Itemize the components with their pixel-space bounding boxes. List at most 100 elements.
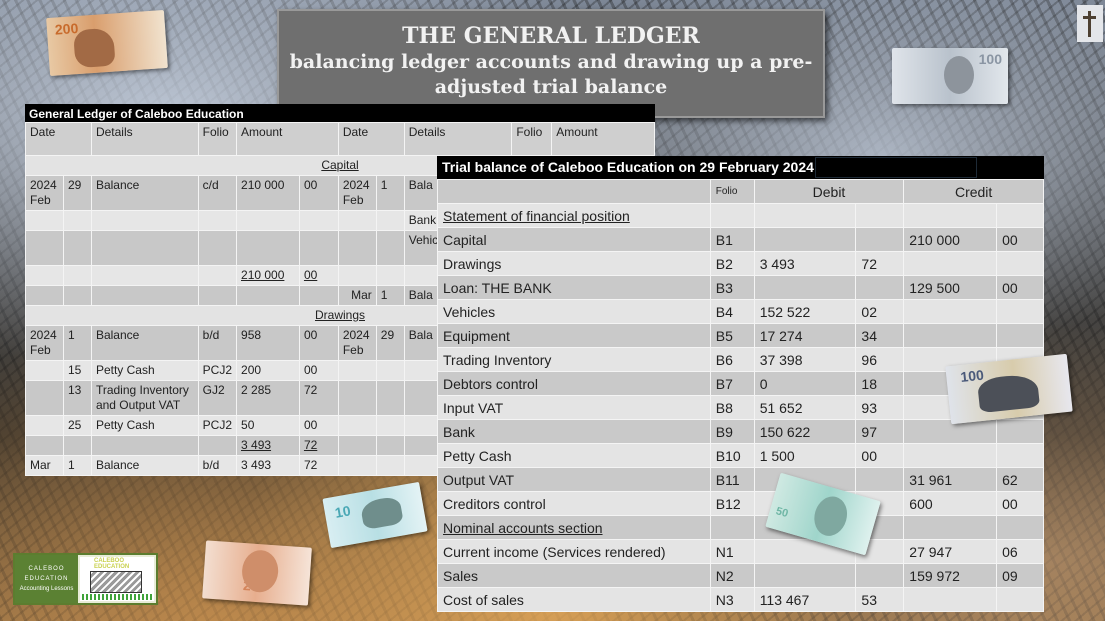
total-cents: 72 xyxy=(303,438,318,452)
credit-amount: 27 947 xyxy=(903,539,998,564)
credit-cents xyxy=(996,443,1044,468)
cents: 72 xyxy=(298,380,339,416)
date-day-right: 1 xyxy=(375,285,405,306)
trial-balance-row: Loan: THE BANK B3 129 500 00 xyxy=(437,275,1044,300)
credit-amount: 210 000 xyxy=(903,227,998,252)
col-header-folio: Folio xyxy=(709,179,755,204)
folio: N3 xyxy=(709,587,755,612)
debit-cents: 34 xyxy=(855,323,905,348)
trial-balance-row: Current income (Services rendered) N1 27 9… xyxy=(437,539,1044,564)
title-placeholder-box xyxy=(815,157,977,178)
date-day: 1 xyxy=(62,455,92,476)
trial-balance-row: Capital B1 210 000 00 xyxy=(437,227,1044,252)
credit-cents xyxy=(996,299,1044,324)
trial-balance-title: Trial balance of Caleboo Education on 29… xyxy=(442,159,814,175)
folio: PCJ2 xyxy=(197,415,238,436)
total-amount: 3 493 xyxy=(241,438,272,452)
details: Trading Inventory and Output VAT xyxy=(90,380,199,416)
amount: 210 000 xyxy=(236,175,300,211)
folio: B9 xyxy=(709,419,755,444)
col-header-amount-right: Amount xyxy=(551,122,655,156)
ledger-header-row: Date Details Folio Amount Date Details F… xyxy=(25,122,655,156)
date-day: 13 xyxy=(62,380,92,416)
credit-cents: 00 xyxy=(996,275,1044,300)
trial-balance-row: Output VAT B11 31 961 62 xyxy=(437,467,1044,492)
credit-cents: 62 xyxy=(996,467,1044,492)
portrait-figure xyxy=(944,56,974,94)
date-day-right: 29 xyxy=(375,325,405,361)
folio: N1 xyxy=(709,539,755,564)
account-name: Bank xyxy=(437,419,711,444)
col-header-amount: Amount xyxy=(236,122,339,156)
credit-cents xyxy=(996,419,1044,444)
account-name: Current income (Services rendered) xyxy=(437,539,711,564)
date-day: 29 xyxy=(62,175,92,211)
col-header-date: Date xyxy=(25,122,92,156)
title-line-2: balancing ledger accounts and drawing up… xyxy=(289,51,813,73)
account-name: Input VAT xyxy=(437,395,711,420)
account-name: Equipment xyxy=(437,323,711,348)
cents: 72 xyxy=(298,455,339,476)
crucifix-icon xyxy=(1077,5,1103,42)
details: Petty Cash xyxy=(90,360,199,381)
debit-cents: 96 xyxy=(855,347,905,372)
logo-text-block: CALEBOO EDUCATION Accounting Lessons xyxy=(15,555,78,603)
date-day-right: 1 xyxy=(375,175,405,211)
cents: 00 xyxy=(298,415,339,436)
details: Balance xyxy=(90,325,199,361)
rhino-figure xyxy=(359,495,404,531)
col-header-details-right: Details xyxy=(403,122,513,156)
house-icon xyxy=(90,571,142,593)
r100-banknote-image: 100 xyxy=(892,48,1008,104)
leopard-figure xyxy=(73,27,116,69)
col-header-date-right: Date xyxy=(337,122,405,156)
banknote-value: 100 xyxy=(959,366,985,385)
account-name: Capital xyxy=(437,227,711,252)
account-name-drawings: Drawings xyxy=(314,308,365,322)
amount: 50 xyxy=(236,415,300,436)
account-name: Creditors control xyxy=(437,491,711,516)
account-name: Output VAT xyxy=(437,467,711,492)
details: Balance xyxy=(90,175,199,211)
col-header-credit: Credit xyxy=(903,179,1044,204)
credit-amount xyxy=(903,419,998,444)
folio: b/d xyxy=(197,325,238,361)
debit-amount xyxy=(753,563,857,588)
trial-balance-row: Vehicles B4 152 522 02 xyxy=(437,299,1044,324)
banknote-value: 200 xyxy=(54,19,79,38)
title-line-3: adjusted trial balance xyxy=(434,76,668,98)
date-year: Mar xyxy=(25,455,64,476)
account-name: Vehicles xyxy=(437,299,711,324)
total-cents: 00 xyxy=(303,268,318,282)
trial-balance-row: Equipment B5 17 274 34 xyxy=(437,323,1044,348)
folio: B3 xyxy=(709,275,755,300)
date-year: 2024 Feb xyxy=(25,325,64,361)
debit-amount: 51 652 xyxy=(753,395,857,420)
slide-title-banner: THE GENERAL LEDGER balancing ledger acco… xyxy=(277,9,825,118)
section-heading-row: Nominal accounts section xyxy=(437,515,1044,540)
amount: 3 493 xyxy=(236,455,300,476)
folio: PCJ2 xyxy=(197,360,238,381)
cents: 00 xyxy=(298,360,339,381)
debit-cents: 18 xyxy=(855,371,905,396)
col-header-folio: Folio xyxy=(197,122,238,156)
debit-cents: 02 xyxy=(855,299,905,324)
date-year-right: Mar xyxy=(337,285,377,306)
folio: b/d xyxy=(197,455,238,476)
credit-cents: 00 xyxy=(996,227,1044,252)
amount: 200 xyxy=(236,360,300,381)
trial-balance-title-bar: Trial balance of Caleboo Education on 29… xyxy=(437,156,1044,179)
portrait-figure xyxy=(809,492,852,540)
folio: B11 xyxy=(709,467,755,492)
col-header-folio-right: Folio xyxy=(511,122,553,156)
total-amount: 210 000 xyxy=(241,268,285,282)
account-name: Debtors control xyxy=(437,371,711,396)
credit-amount: 31 961 xyxy=(903,467,998,492)
debit-cents xyxy=(855,467,905,492)
debit-amount: 17 274 xyxy=(753,323,857,348)
debit-cents xyxy=(855,563,905,588)
credit-cents xyxy=(996,323,1044,348)
title-line-1: THE GENERAL LEDGER xyxy=(402,23,700,49)
r10-banknote-image: 10 xyxy=(322,481,428,549)
debit-cents xyxy=(855,275,905,300)
